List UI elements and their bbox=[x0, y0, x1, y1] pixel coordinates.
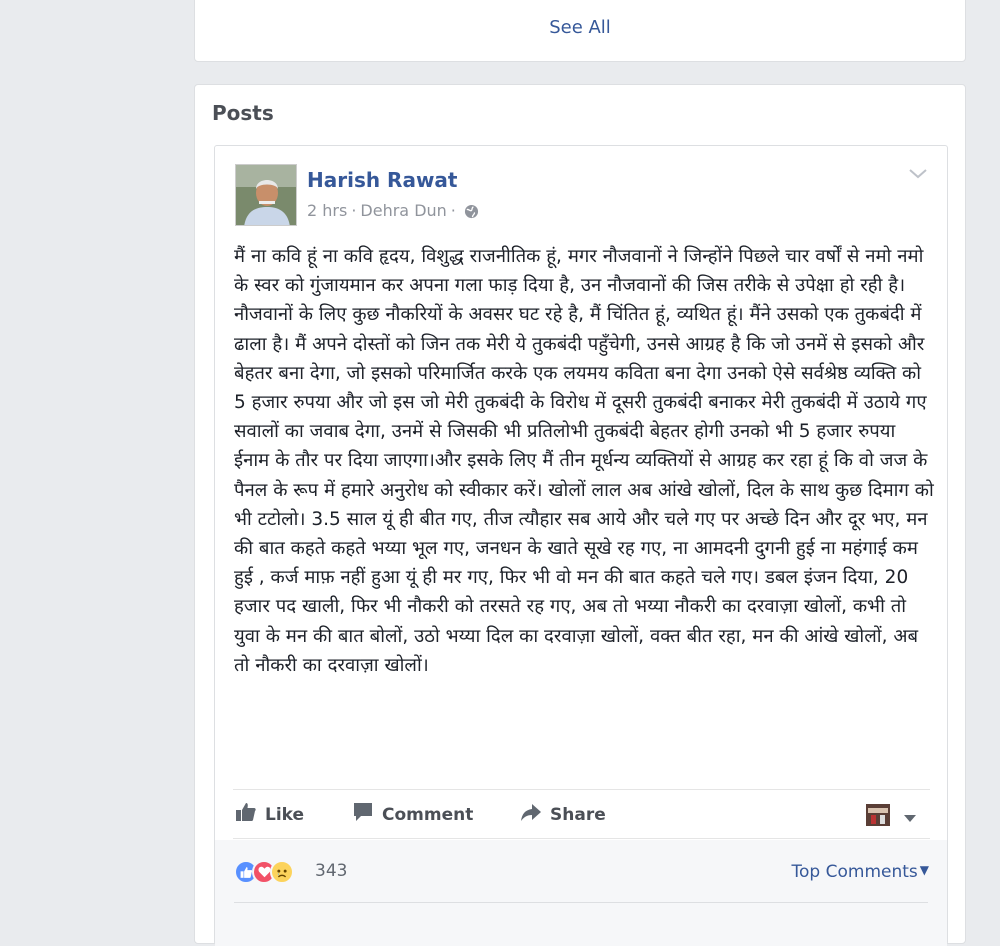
meta-separator: · bbox=[351, 201, 357, 220]
audience-selector[interactable] bbox=[866, 804, 924, 831]
posts-card: Posts Harish Rawat 2 hrs · Dehra Dun · मैं … bbox=[194, 84, 966, 946]
reactions-bar: 343 Top Comments ▼ bbox=[215, 840, 947, 946]
top-comments-dropdown[interactable]: Top Comments ▼ bbox=[792, 862, 929, 882]
sad-reaction-icon bbox=[270, 860, 294, 884]
post-meta: 2 hrs · Dehra Dun · bbox=[307, 201, 479, 223]
divider bbox=[234, 902, 928, 903]
post: Harish Rawat 2 hrs · Dehra Dun · मैं ना कवि… bbox=[214, 145, 948, 946]
reaction-icons[interactable] bbox=[234, 860, 294, 884]
top-comments-label: Top Comments bbox=[791, 862, 918, 882]
like-icon bbox=[235, 802, 265, 827]
author-name[interactable]: Harish Rawat bbox=[307, 168, 458, 192]
audience-avatar-icon bbox=[866, 804, 898, 831]
see-all-link[interactable]: See All bbox=[195, 17, 965, 38]
like-button[interactable]: Like bbox=[235, 802, 304, 827]
share-button[interactable]: Share bbox=[520, 802, 606, 827]
post-body: मैं ना कवि हूं ना कवि हृदय, विशुद्ध राजन… bbox=[234, 246, 934, 676]
reaction-count[interactable]: 343 bbox=[315, 861, 347, 881]
share-icon bbox=[520, 802, 550, 827]
caret-down-icon: ▼ bbox=[919, 863, 929, 877]
chevron-down-icon[interactable] bbox=[907, 166, 929, 182]
caret-down-icon bbox=[904, 808, 924, 828]
meta-separator: · bbox=[450, 201, 456, 220]
post-actions: Like Comment Share bbox=[233, 789, 930, 839]
share-label: Share bbox=[550, 804, 606, 825]
comment-icon bbox=[352, 802, 382, 827]
posts-heading: Posts bbox=[212, 101, 274, 125]
post-time[interactable]: 2 hrs bbox=[307, 201, 347, 220]
like-label: Like bbox=[265, 804, 305, 825]
globe-icon[interactable] bbox=[464, 204, 479, 223]
comment-button[interactable]: Comment bbox=[352, 802, 473, 827]
author-avatar[interactable] bbox=[235, 164, 297, 226]
comment-label: Comment bbox=[382, 804, 474, 825]
see-all-card: See All bbox=[194, 0, 966, 62]
post-location[interactable]: Dehra Dun bbox=[360, 201, 446, 220]
